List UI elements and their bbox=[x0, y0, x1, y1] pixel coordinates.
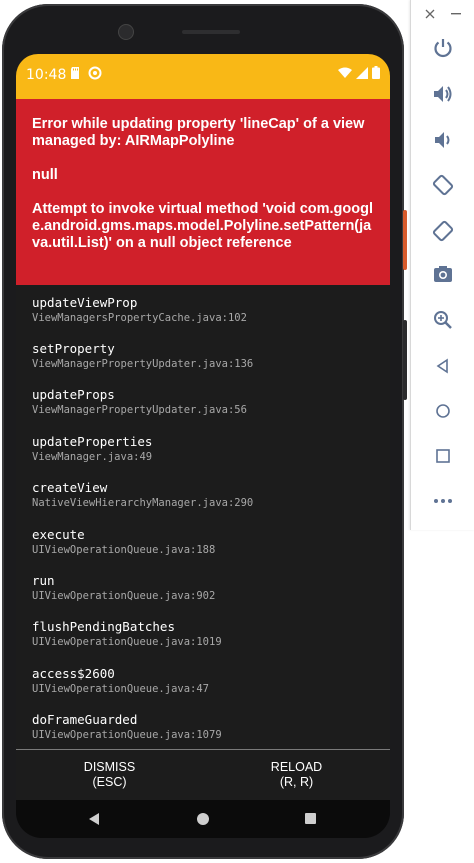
overview-button[interactable] bbox=[411, 441, 474, 471]
error-detail: Attempt to invoke virtual method 'void c… bbox=[32, 201, 373, 251]
sd-card-icon bbox=[71, 67, 79, 79]
sync-icon bbox=[88, 66, 102, 80]
stack-location: UIViewOperationQueue.java:1079 bbox=[32, 729, 222, 741]
stack-method: createView bbox=[32, 480, 108, 495]
stack-method: run bbox=[32, 573, 55, 588]
redbox-actions: DISMISS (ESC) RELOAD (R, R) bbox=[16, 750, 390, 800]
device-screen: 10:48 Error while updating property 'lin… bbox=[16, 54, 390, 838]
status-bar: 10:48 bbox=[16, 54, 390, 99]
stack-method: access$2600 bbox=[32, 666, 115, 681]
stack-frame[interactable]: updateProperties ViewManager.java:49 bbox=[32, 434, 152, 463]
stack-frame[interactable]: createView NativeViewHierarchyManager.ja… bbox=[32, 480, 253, 509]
camera-icon bbox=[434, 266, 452, 282]
more-button[interactable] bbox=[411, 486, 474, 516]
overview-icon bbox=[436, 449, 450, 463]
dismiss-label: DISMISS bbox=[83, 760, 136, 774]
error-title: Error while updating property 'lineCap' … bbox=[32, 116, 365, 149]
battery-icon bbox=[372, 66, 380, 79]
dismiss-button[interactable]: DISMISS (ESC) bbox=[16, 750, 203, 800]
signal-icon bbox=[356, 66, 368, 79]
stack-frame[interactable]: access$2600 UIViewOperationQueue.java:47 bbox=[32, 666, 209, 695]
front-camera bbox=[118, 24, 134, 40]
stack-location: UIViewOperationQueue.java:188 bbox=[32, 544, 216, 556]
rotate-left-icon bbox=[432, 174, 454, 196]
nav-home-icon[interactable] bbox=[197, 813, 209, 825]
stack-method: flushPendingBatches bbox=[32, 619, 175, 634]
stack-frame[interactable]: execute UIViewOperationQueue.java:188 bbox=[32, 527, 215, 556]
phone-frame: 10:48 Error while updating property 'lin… bbox=[2, 4, 404, 859]
stack-location: ViewManagersPropertyCache.java:102 bbox=[32, 312, 247, 324]
stack-frame[interactable]: doFrameGuarded UIViewOperationQueue.java… bbox=[32, 712, 222, 741]
back-icon bbox=[436, 358, 448, 374]
stack-trace-list[interactable]: updateViewProp ViewManagersPropertyCache… bbox=[16, 285, 390, 749]
reload-shortcut: (R, R) bbox=[279, 775, 314, 789]
rotate-left-button[interactable] bbox=[411, 170, 474, 200]
nav-recents-icon[interactable] bbox=[305, 813, 316, 824]
stack-location: UIViewOperationQueue.java:1019 bbox=[32, 636, 222, 648]
stack-method: setProperty bbox=[32, 341, 115, 356]
stack-frame[interactable]: setProperty ViewManagerPropertyUpdater.j… bbox=[32, 341, 253, 370]
minimize-icon[interactable] bbox=[451, 13, 461, 15]
stack-location: ViewManager.java:49 bbox=[32, 451, 153, 463]
home-icon bbox=[436, 404, 450, 418]
volume-down-icon bbox=[435, 132, 450, 148]
stack-location: UIViewOperationQueue.java:47 bbox=[32, 683, 210, 695]
stack-method: execute bbox=[32, 527, 85, 542]
earpiece-speaker bbox=[182, 30, 240, 34]
zoom-icon bbox=[434, 311, 452, 329]
stack-frame[interactable]: updateProps ViewManagerPropertyUpdater.j… bbox=[32, 387, 247, 416]
stack-method: updateProps bbox=[32, 387, 115, 402]
stack-frame[interactable]: flushPendingBatches UIViewOperationQueue… bbox=[32, 619, 222, 648]
volume-down-button[interactable] bbox=[411, 125, 474, 155]
more-icon bbox=[434, 499, 452, 503]
emulator-toolbar bbox=[410, 0, 474, 530]
power-button[interactable] bbox=[411, 33, 474, 63]
stack-frame[interactable]: run UIViewOperationQueue.java:902 bbox=[32, 573, 215, 602]
stack-method: updateViewProp bbox=[32, 295, 138, 310]
rotate-right-icon bbox=[432, 220, 454, 242]
reload-button[interactable]: RELOAD (R, R) bbox=[203, 750, 390, 800]
volume-up-button[interactable] bbox=[411, 79, 474, 109]
nav-back-icon[interactable] bbox=[89, 813, 99, 825]
wifi-icon bbox=[338, 67, 352, 78]
phone-volume-button bbox=[403, 320, 407, 400]
home-button[interactable] bbox=[411, 396, 474, 426]
error-message-box: Error while updating property 'lineCap' … bbox=[16, 99, 390, 285]
rotate-right-button[interactable] bbox=[411, 216, 474, 246]
back-button[interactable] bbox=[411, 351, 474, 381]
status-right-icons bbox=[338, 66, 380, 79]
stack-location: UIViewOperationQueue.java:902 bbox=[32, 590, 216, 602]
stack-location: ViewManagerPropertyUpdater.java:136 bbox=[32, 358, 254, 370]
phone-power-button bbox=[403, 210, 407, 270]
stack-frame[interactable]: updateViewProp ViewManagersPropertyCache… bbox=[32, 295, 247, 324]
reload-label: RELOAD bbox=[270, 760, 323, 774]
volume-up-icon bbox=[434, 86, 452, 102]
status-time: 10:48 bbox=[26, 67, 67, 83]
error-value: null bbox=[32, 167, 58, 183]
stack-method: updateProperties bbox=[32, 434, 153, 449]
android-nav-bar bbox=[16, 800, 390, 838]
zoom-button[interactable] bbox=[411, 305, 474, 335]
stack-location: NativeViewHierarchyManager.java:290 bbox=[32, 497, 254, 509]
stack-location: ViewManagerPropertyUpdater.java:56 bbox=[32, 404, 247, 416]
dismiss-shortcut: (ESC) bbox=[92, 775, 127, 789]
power-icon bbox=[434, 39, 452, 58]
stack-method: doFrameGuarded bbox=[32, 712, 138, 727]
screenshot-button[interactable] bbox=[411, 259, 474, 289]
close-icon[interactable] bbox=[425, 9, 435, 19]
